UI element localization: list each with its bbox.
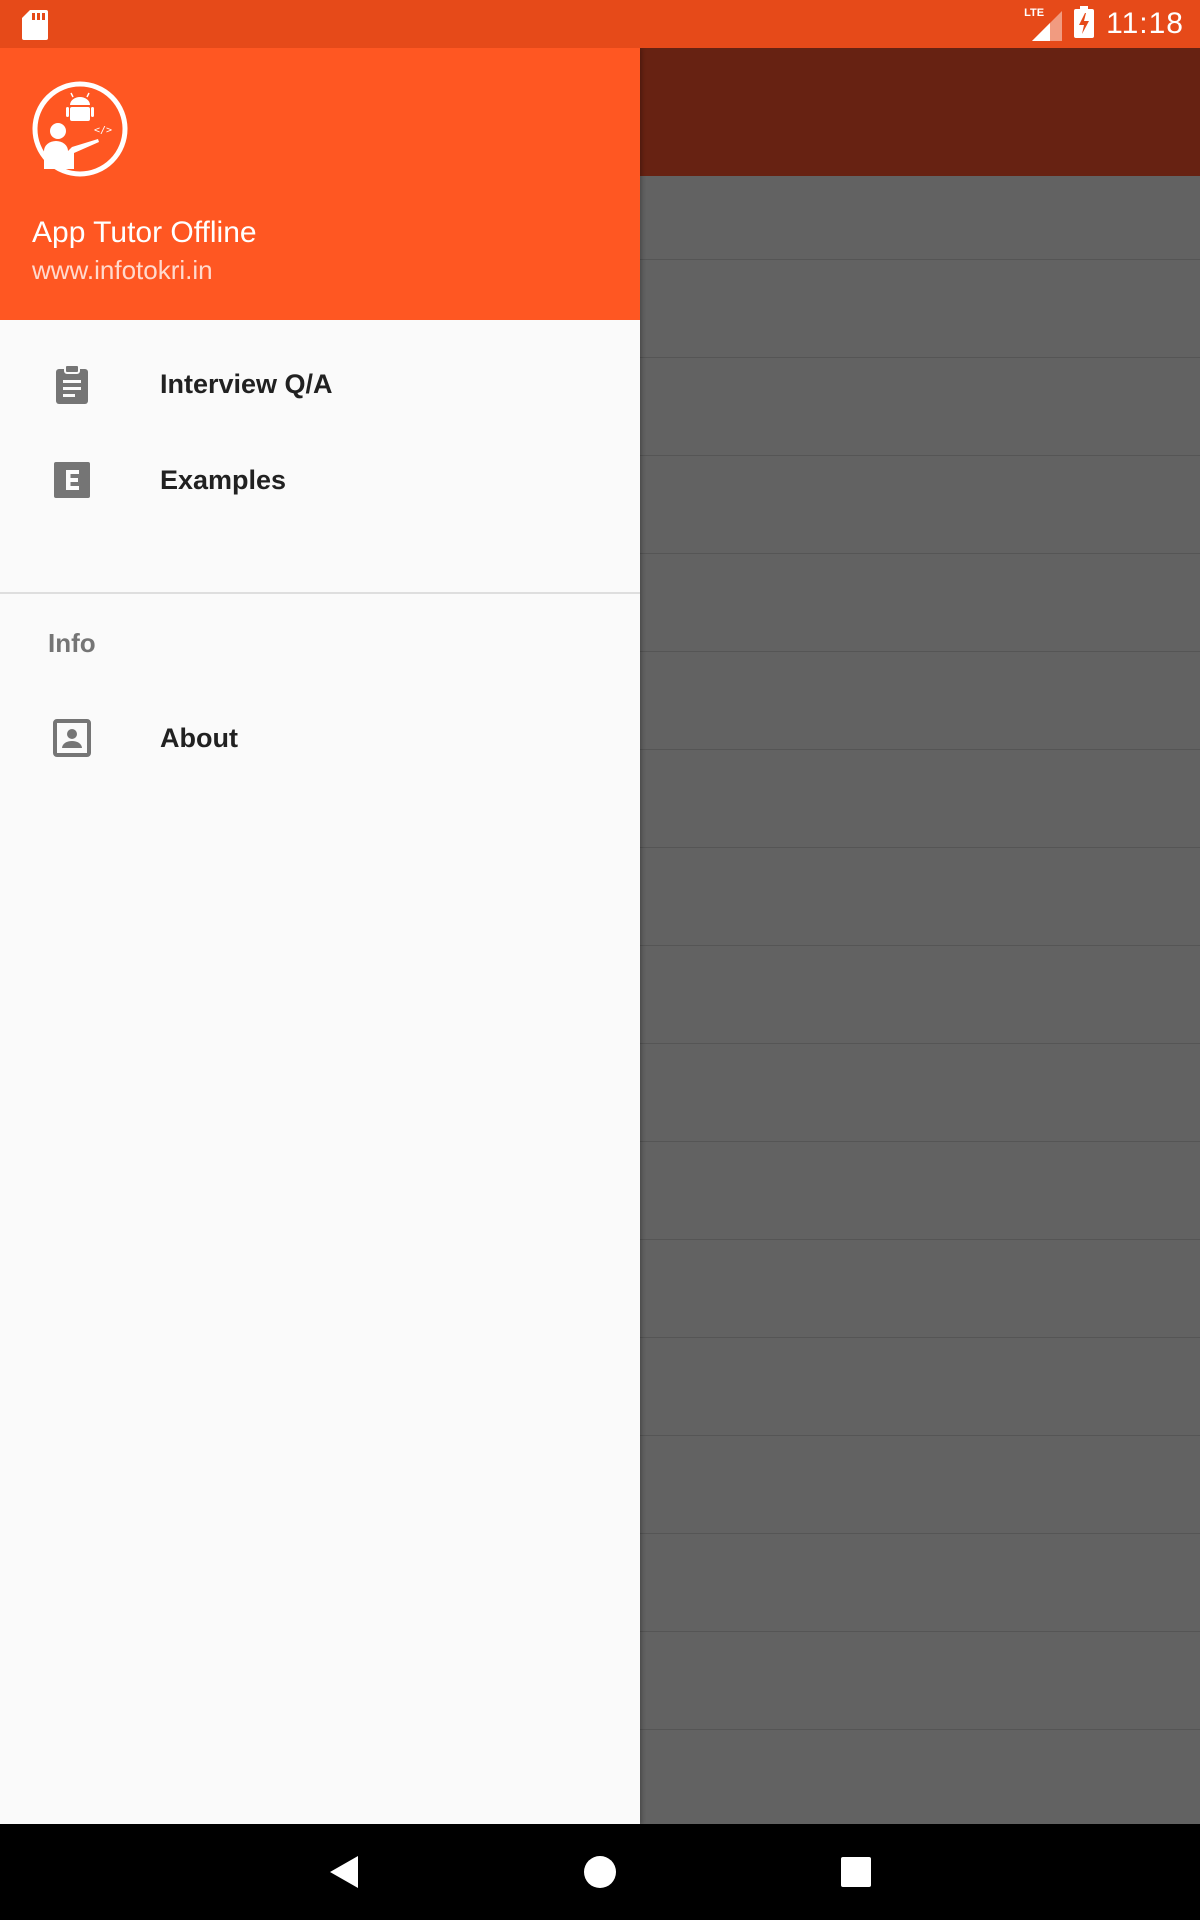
menu-item-label: About bbox=[160, 722, 238, 753]
back-icon[interactable] bbox=[326, 1852, 366, 1892]
drawer-menu: Interview Q/A Examples bbox=[0, 320, 640, 528]
sd-card-icon bbox=[22, 10, 48, 45]
app-title: App Tutor Offline bbox=[32, 216, 257, 249]
drawer-header: </> App Tutor Offline www.infotokri.in bbox=[0, 48, 640, 320]
home-icon[interactable] bbox=[580, 1852, 620, 1892]
menu-item-examples[interactable]: Examples bbox=[0, 432, 640, 528]
app-tutor-logo-icon: </> bbox=[32, 81, 128, 177]
menu-item-interview-qa[interactable]: Interview Q/A bbox=[0, 336, 640, 432]
letter-e-box-icon bbox=[52, 460, 92, 500]
clipboard-icon bbox=[52, 364, 92, 404]
status-time: 11:18 bbox=[1106, 7, 1184, 40]
status-bar: LTE 11:18 bbox=[0, 0, 1200, 48]
menu-item-label: Interview Q/A bbox=[160, 368, 333, 399]
svg-text:</>: </> bbox=[94, 125, 112, 136]
app-website: www.infotokri.in bbox=[32, 255, 213, 285]
lte-signal-icon: LTE bbox=[1024, 7, 1063, 41]
menu-item-about[interactable]: About bbox=[0, 690, 640, 786]
contact-card-icon bbox=[52, 718, 92, 758]
navigation-drawer: </> App Tutor Offline www.infotokri.in I… bbox=[0, 48, 640, 1824]
section-title-info: Info bbox=[48, 628, 96, 658]
system-nav-bar bbox=[0, 1824, 1200, 1920]
menu-divider bbox=[0, 592, 640, 594]
menu-item-label: Examples bbox=[160, 464, 287, 495]
battery-charging-icon bbox=[1074, 5, 1095, 43]
recents-icon[interactable] bbox=[836, 1852, 876, 1892]
